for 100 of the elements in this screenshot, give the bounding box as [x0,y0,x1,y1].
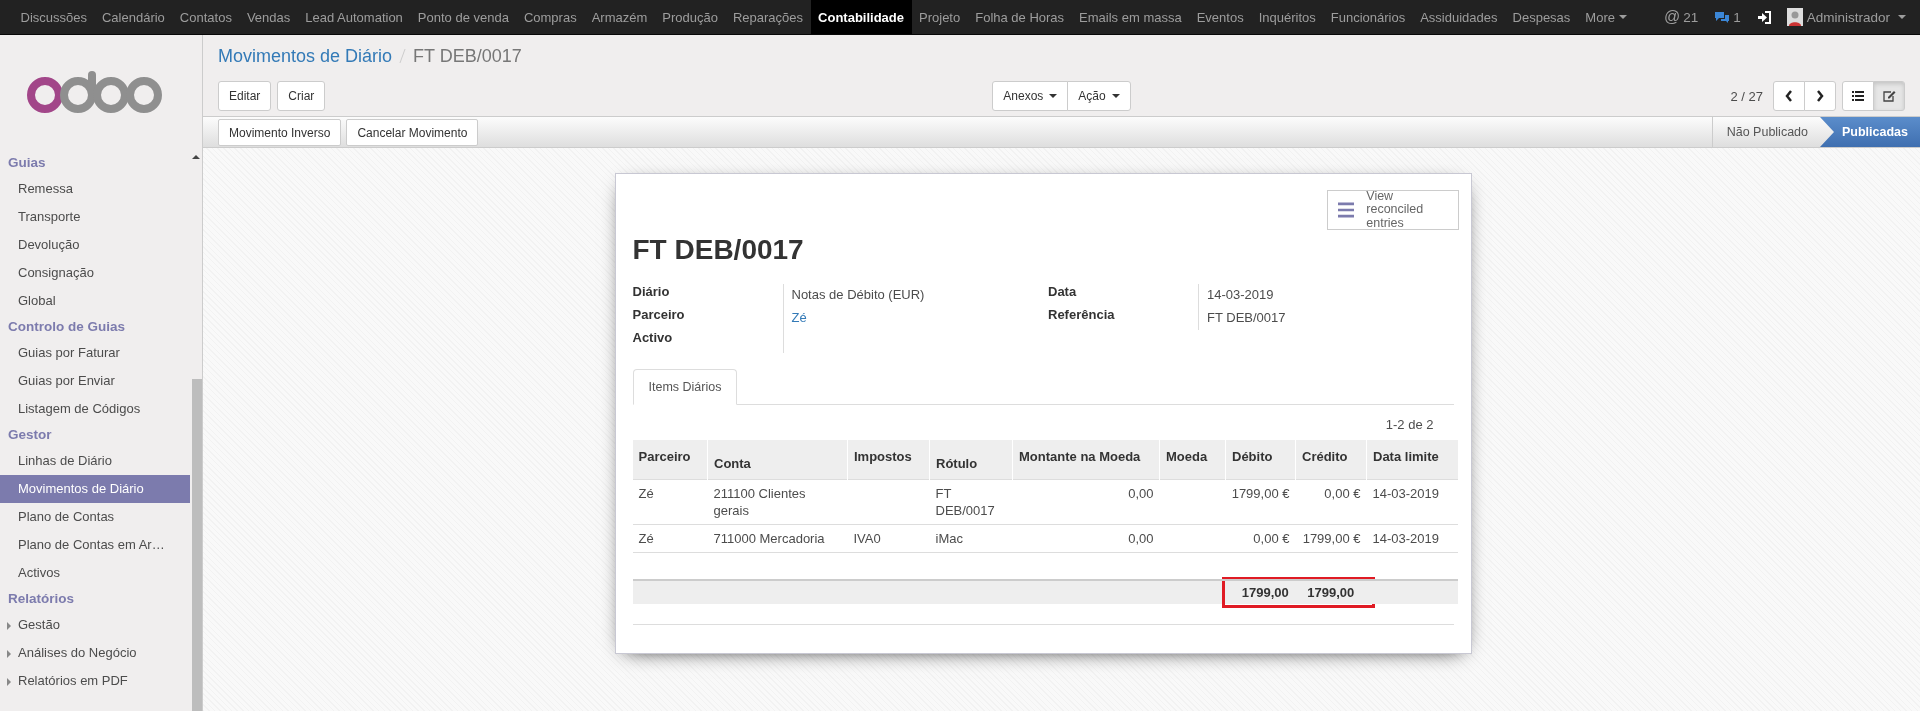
menu-section-heading: Relatórios [7,590,76,608]
sidebar-item[interactable]: Movimentos de Diário [0,475,190,503]
sidebar-item[interactable]: Gestão [0,611,190,639]
field-link[interactable]: Zé [791,310,807,325]
sidebar-item[interactable]: Devolução [0,231,190,259]
field-value: FT DEB/0017 [1207,310,1286,325]
column-header[interactable]: Moeda [1159,440,1226,479]
dropdown-button[interactable]: Ação [1067,81,1131,111]
sidebar-item[interactable]: Global [0,287,190,315]
avatar-icon [1786,8,1803,26]
table-cell: 14-03-2019 [1372,485,1439,501]
status-stage[interactable]: Publicadas [1820,117,1920,147]
table-cell: Zé [638,530,654,546]
app-menu-item[interactable]: Despesas [1505,0,1578,34]
view-switch-button[interactable] [1842,81,1874,111]
chevron-left-icon [1785,90,1793,102]
sidebar-item[interactable]: Listagem de Códigos [0,395,190,423]
menu-section-heading: Controlo de Guias [7,318,126,336]
field-label: Referência [1048,307,1116,324]
table-cell: 0,00 € [1253,530,1290,546]
breadcrumb-current: FT DEB/0017 [413,45,522,67]
app-menu-item[interactable]: Projeto [911,0,968,34]
table-cell: FT DEB/0017 [935,485,995,518]
table-cell: iMac [935,530,963,546]
smart-button[interactable]: View reconciled entries [1326,190,1459,230]
sidebar-item[interactable]: Análises do Negócio [0,639,190,667]
record-title: FT DEB/0017 [632,234,804,266]
column-header[interactable]: Crédito [1295,440,1367,479]
previous-button[interactable] [1773,81,1805,111]
chevron-right-icon [1816,90,1824,102]
action-button[interactable]: Cancelar Movimento [346,119,479,146]
app-menu-item[interactable]: Inquéritos [1251,0,1324,34]
app-menu-item[interactable]: Compras [516,0,585,34]
app-menu-item[interactable]: Ponto de venda [410,0,517,34]
app-menu-item[interactable]: Vendas [239,0,298,34]
app-menu-item[interactable]: Produção [654,0,726,34]
toolbar-button[interactable]: Criar [277,81,326,111]
chat-bubbles-icon [1714,10,1731,24]
app-menu-item[interactable]: Lead Automation [297,0,411,34]
sidebar-item[interactable]: Plano de Contas em Ar… [0,531,190,559]
field-label: Diário [632,284,671,301]
sidebar-item[interactable]: Linhas de Diário [0,447,190,475]
table-cell: 1799,00 € [1231,485,1290,501]
scrollbar-thumb[interactable] [192,379,202,711]
field-label: Parceiro [632,307,686,324]
sidebar-item[interactable]: Guias por Faturar [0,339,190,367]
sidebar-item[interactable]: Remessa [0,175,190,203]
dropdown-button[interactable]: Anexos [992,81,1069,111]
app-menu-item[interactable]: Emails em massa [1071,0,1190,34]
app-menu-item[interactable]: Folha de Horas [967,0,1072,34]
column-header[interactable]: Rótulo [929,440,1013,479]
messages-counter[interactable]: 1 [1714,9,1741,25]
sidebar-item[interactable]: Transporte [0,203,190,231]
field-value: 14-03-2019 [1207,287,1274,302]
column-header[interactable]: Data limite [1366,440,1458,479]
notebook-tab[interactable]: Items Diários [632,369,738,405]
sidebar-item[interactable]: Activos [0,559,190,587]
sign-in-icon[interactable] [1756,10,1771,24]
app-menu-item[interactable]: Contabilidade [810,0,912,34]
menu-bars-icon [1337,202,1355,218]
app-menu-item[interactable]: Assiduidades [1412,0,1506,34]
column-header[interactable]: Impostos [847,440,930,479]
app-menu-item[interactable]: Armazém [584,0,655,34]
sidebar-item[interactable]: Consignação [0,259,190,287]
app-menu-item[interactable]: Contatos [172,0,240,34]
column-header[interactable]: Parceiro [632,440,708,479]
table-cell: 14-03-2019 [1372,530,1439,546]
app-menu-item[interactable]: Calendário [94,0,173,34]
table-cell: 0,00 € [1324,485,1361,501]
sidebar-item[interactable]: Relatórios em PDF [0,667,190,695]
next-button[interactable] [1804,81,1836,111]
sidebar-item[interactable]: Guias por Enviar [0,367,190,395]
column-header[interactable]: Conta [707,440,848,479]
total-amount: 1799,00 [1241,583,1289,601]
action-button[interactable]: Movimento Inverso [218,119,342,146]
app-menu-item[interactable]: Funcionários [1323,0,1413,34]
table-cell: 0,00 [1128,530,1154,546]
field-value: Notas de Débito (EUR) [791,287,925,302]
breadcrumb-link[interactable]: Movimentos de Diário [218,45,393,67]
user-menu[interactable]: Administrador [1786,8,1906,26]
status-stage[interactable]: Não Publicado [1711,117,1820,147]
sidebar-item[interactable]: Plano de Contas [0,503,190,531]
toolbar-button[interactable]: Editar [218,81,272,111]
table-cell: 711000 Mercadoria [713,530,825,546]
field-label: Data [1048,284,1078,301]
table-cell: 0,00 [1128,485,1154,501]
total-amount: 1799,00 [1307,583,1355,601]
more-menu[interactable]: More [1577,0,1635,34]
app-menu-item[interactable]: Reparações [725,0,811,34]
app-menu-item[interactable]: Discussões [13,0,95,34]
app-menu-item[interactable]: Eventos [1189,0,1252,34]
list-pager: 1-2 de 2 [1385,417,1434,432]
column-header[interactable]: Débito [1225,440,1296,479]
pager-counter: 2 / 27 [1730,88,1763,104]
table-cell: 1799,00 € [1302,530,1361,546]
column-header[interactable]: Montante na Moeda [1012,440,1160,479]
view-switch-button[interactable] [1873,81,1905,111]
menu-section-heading: Guias [7,154,47,172]
edit-form-icon [1882,90,1896,102]
mentions-counter[interactable]: @ 21 [1663,8,1699,26]
